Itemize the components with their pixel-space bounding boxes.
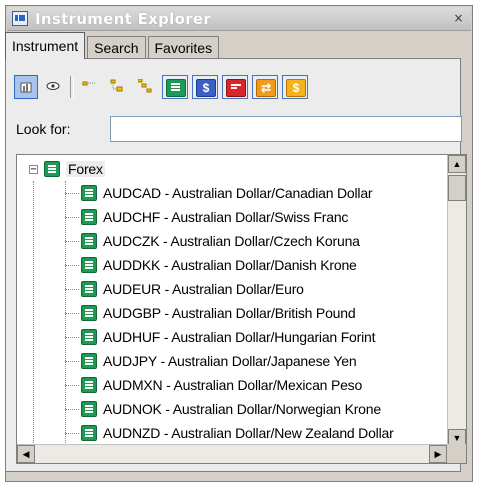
tree-node-label: AUDGBP - Australian Dollar/British Pound — [103, 305, 356, 321]
tree-node-label: AUDCHF - Australian Dollar/Swiss Franc — [103, 209, 349, 225]
tree-node-label: AUDMXN - Australian Dollar/Mexican Peso — [103, 377, 363, 393]
tab-search[interactable]: Search — [87, 36, 146, 59]
close-icon[interactable]: × — [451, 12, 466, 26]
forex-instrument-icon — [81, 329, 97, 345]
tree-node-instrument[interactable]: AUDNOK - Australian Dollar/Norwegian Kro… — [65, 397, 381, 421]
tree-connector-line — [65, 408, 79, 410]
tree-node-instrument[interactable]: AUDEUR - Australian Dollar/Euro — [65, 277, 304, 301]
tree-level-2-icon[interactable] — [106, 75, 130, 99]
tree-node-instrument[interactable]: AUDCAD - Australian Dollar/Canadian Doll… — [65, 181, 373, 205]
app-icon — [12, 11, 28, 26]
tree-node-instrument[interactable]: AUDJPY - Australian Dollar/Japanese Yen — [65, 349, 357, 373]
vertical-scroll-thumb[interactable] — [448, 175, 466, 201]
tab-strip: Instrument Search Favorites — [5, 32, 221, 59]
scrollbar-corner — [447, 444, 466, 463]
tree-node-instrument[interactable]: AUDGBP - Australian Dollar/British Pound — [65, 301, 356, 325]
tree-connector-line — [65, 312, 79, 314]
tree-node-label: AUDCZK - Australian Dollar/Czech Koruna — [103, 233, 360, 249]
forex-instrument-icon — [81, 233, 97, 249]
collapse-icon[interactable]: − — [29, 164, 38, 174]
tab-instrument[interactable]: Instrument — [5, 32, 86, 59]
tree-connector-line — [65, 192, 79, 194]
tree-guide-line-root — [33, 181, 34, 447]
chart-icon[interactable] — [14, 75, 38, 99]
tree-connector-line — [65, 216, 79, 218]
tree-connector-line — [65, 360, 79, 362]
tree-node-instrument[interactable]: AUDCZK - Australian Dollar/Czech Koruna — [65, 229, 360, 253]
tree-connector-line — [65, 288, 79, 290]
vertical-scrollbar[interactable]: ▲ ▼ — [447, 155, 466, 447]
look-for-label: Look for: — [16, 121, 71, 137]
eye-icon[interactable] — [42, 75, 66, 99]
tree-node-label: AUDDKK - Australian Dollar/Danish Krone — [103, 257, 357, 273]
forex-instrument-icon — [81, 425, 97, 441]
forex-instrument-icon — [81, 353, 97, 369]
tree-node-instrument[interactable]: AUDMXN - Australian Dollar/Mexican Peso — [65, 373, 362, 397]
tree-node-instrument[interactable]: AUDNZD - Australian Dollar/New Zealand D… — [65, 421, 394, 445]
forex-folder-icon — [44, 161, 60, 177]
forex-green-icon[interactable] — [162, 75, 188, 99]
tab-favorites[interactable]: Favorites — [147, 36, 220, 59]
tree-level-1-icon[interactable] — [78, 75, 102, 99]
tree-connector-line — [65, 240, 79, 242]
scroll-up-icon[interactable]: ▲ — [448, 155, 466, 173]
tree-node-label: AUDNOK - Australian Dollar/Norwegian Kro… — [103, 401, 381, 417]
tree-connector-line — [65, 384, 79, 386]
tree-connector-line — [65, 336, 79, 338]
tree-node-label: AUDEUR - Australian Dollar/Euro — [103, 281, 304, 297]
forex-instrument-icon — [81, 281, 97, 297]
horizontal-scrollbar[interactable]: ◀ ▶ — [17, 444, 447, 463]
forex-instrument-icon — [81, 185, 97, 201]
tree-level-3-icon[interactable] — [134, 75, 158, 99]
instrument-tree[interactable]: − Forex AUDCAD - Australian Dollar/Canad… — [16, 154, 467, 464]
forex-instrument-icon — [81, 377, 97, 393]
tree-node-label: AUDNZD - Australian Dollar/New Zealand D… — [103, 425, 394, 441]
title-bar[interactable]: Instrument Explorer × — [7, 7, 471, 31]
tree-node-instrument[interactable]: AUDDKK - Australian Dollar/Danish Krone — [65, 253, 357, 277]
forex-instrument-icon — [81, 257, 97, 273]
tree-node-forex[interactable]: − Forex — [29, 157, 105, 181]
forex-instrument-icon — [81, 305, 97, 321]
blue-dollar-icon[interactable]: $ — [192, 75, 218, 99]
tree-node-instrument[interactable]: AUDHUF - Australian Dollar/Hungarian For… — [65, 325, 375, 349]
scroll-left-icon[interactable]: ◀ — [17, 445, 35, 463]
tree-node-label: AUDJPY - Australian Dollar/Japanese Yen — [103, 353, 357, 369]
forex-instrument-icon — [81, 401, 97, 417]
look-for-input[interactable] — [110, 116, 462, 142]
forex-instrument-icon — [81, 209, 97, 225]
tree-connector-line — [65, 264, 79, 266]
scroll-right-icon[interactable]: ▶ — [429, 445, 447, 463]
tree-connector-line — [65, 432, 79, 434]
toolbar-separator — [70, 76, 74, 98]
horizontal-scroll-track[interactable] — [37, 445, 423, 463]
red-note-icon[interactable] — [222, 75, 248, 99]
orange-link-icon[interactable]: ⇄ — [252, 75, 278, 99]
tree-node-label: AUDHUF - Australian Dollar/Hungarian For… — [103, 329, 376, 345]
toolbar: $ ⇄ $ — [14, 72, 312, 102]
tree-node-label: Forex — [66, 161, 105, 177]
tree-node-label: AUDCAD - Australian Dollar/Canadian Doll… — [103, 185, 373, 201]
window-title: Instrument Explorer — [35, 10, 212, 28]
orange-bill-icon[interactable]: $ — [282, 75, 308, 99]
tree-node-instrument[interactable]: AUDCHF - Australian Dollar/Swiss Franc — [65, 205, 348, 229]
